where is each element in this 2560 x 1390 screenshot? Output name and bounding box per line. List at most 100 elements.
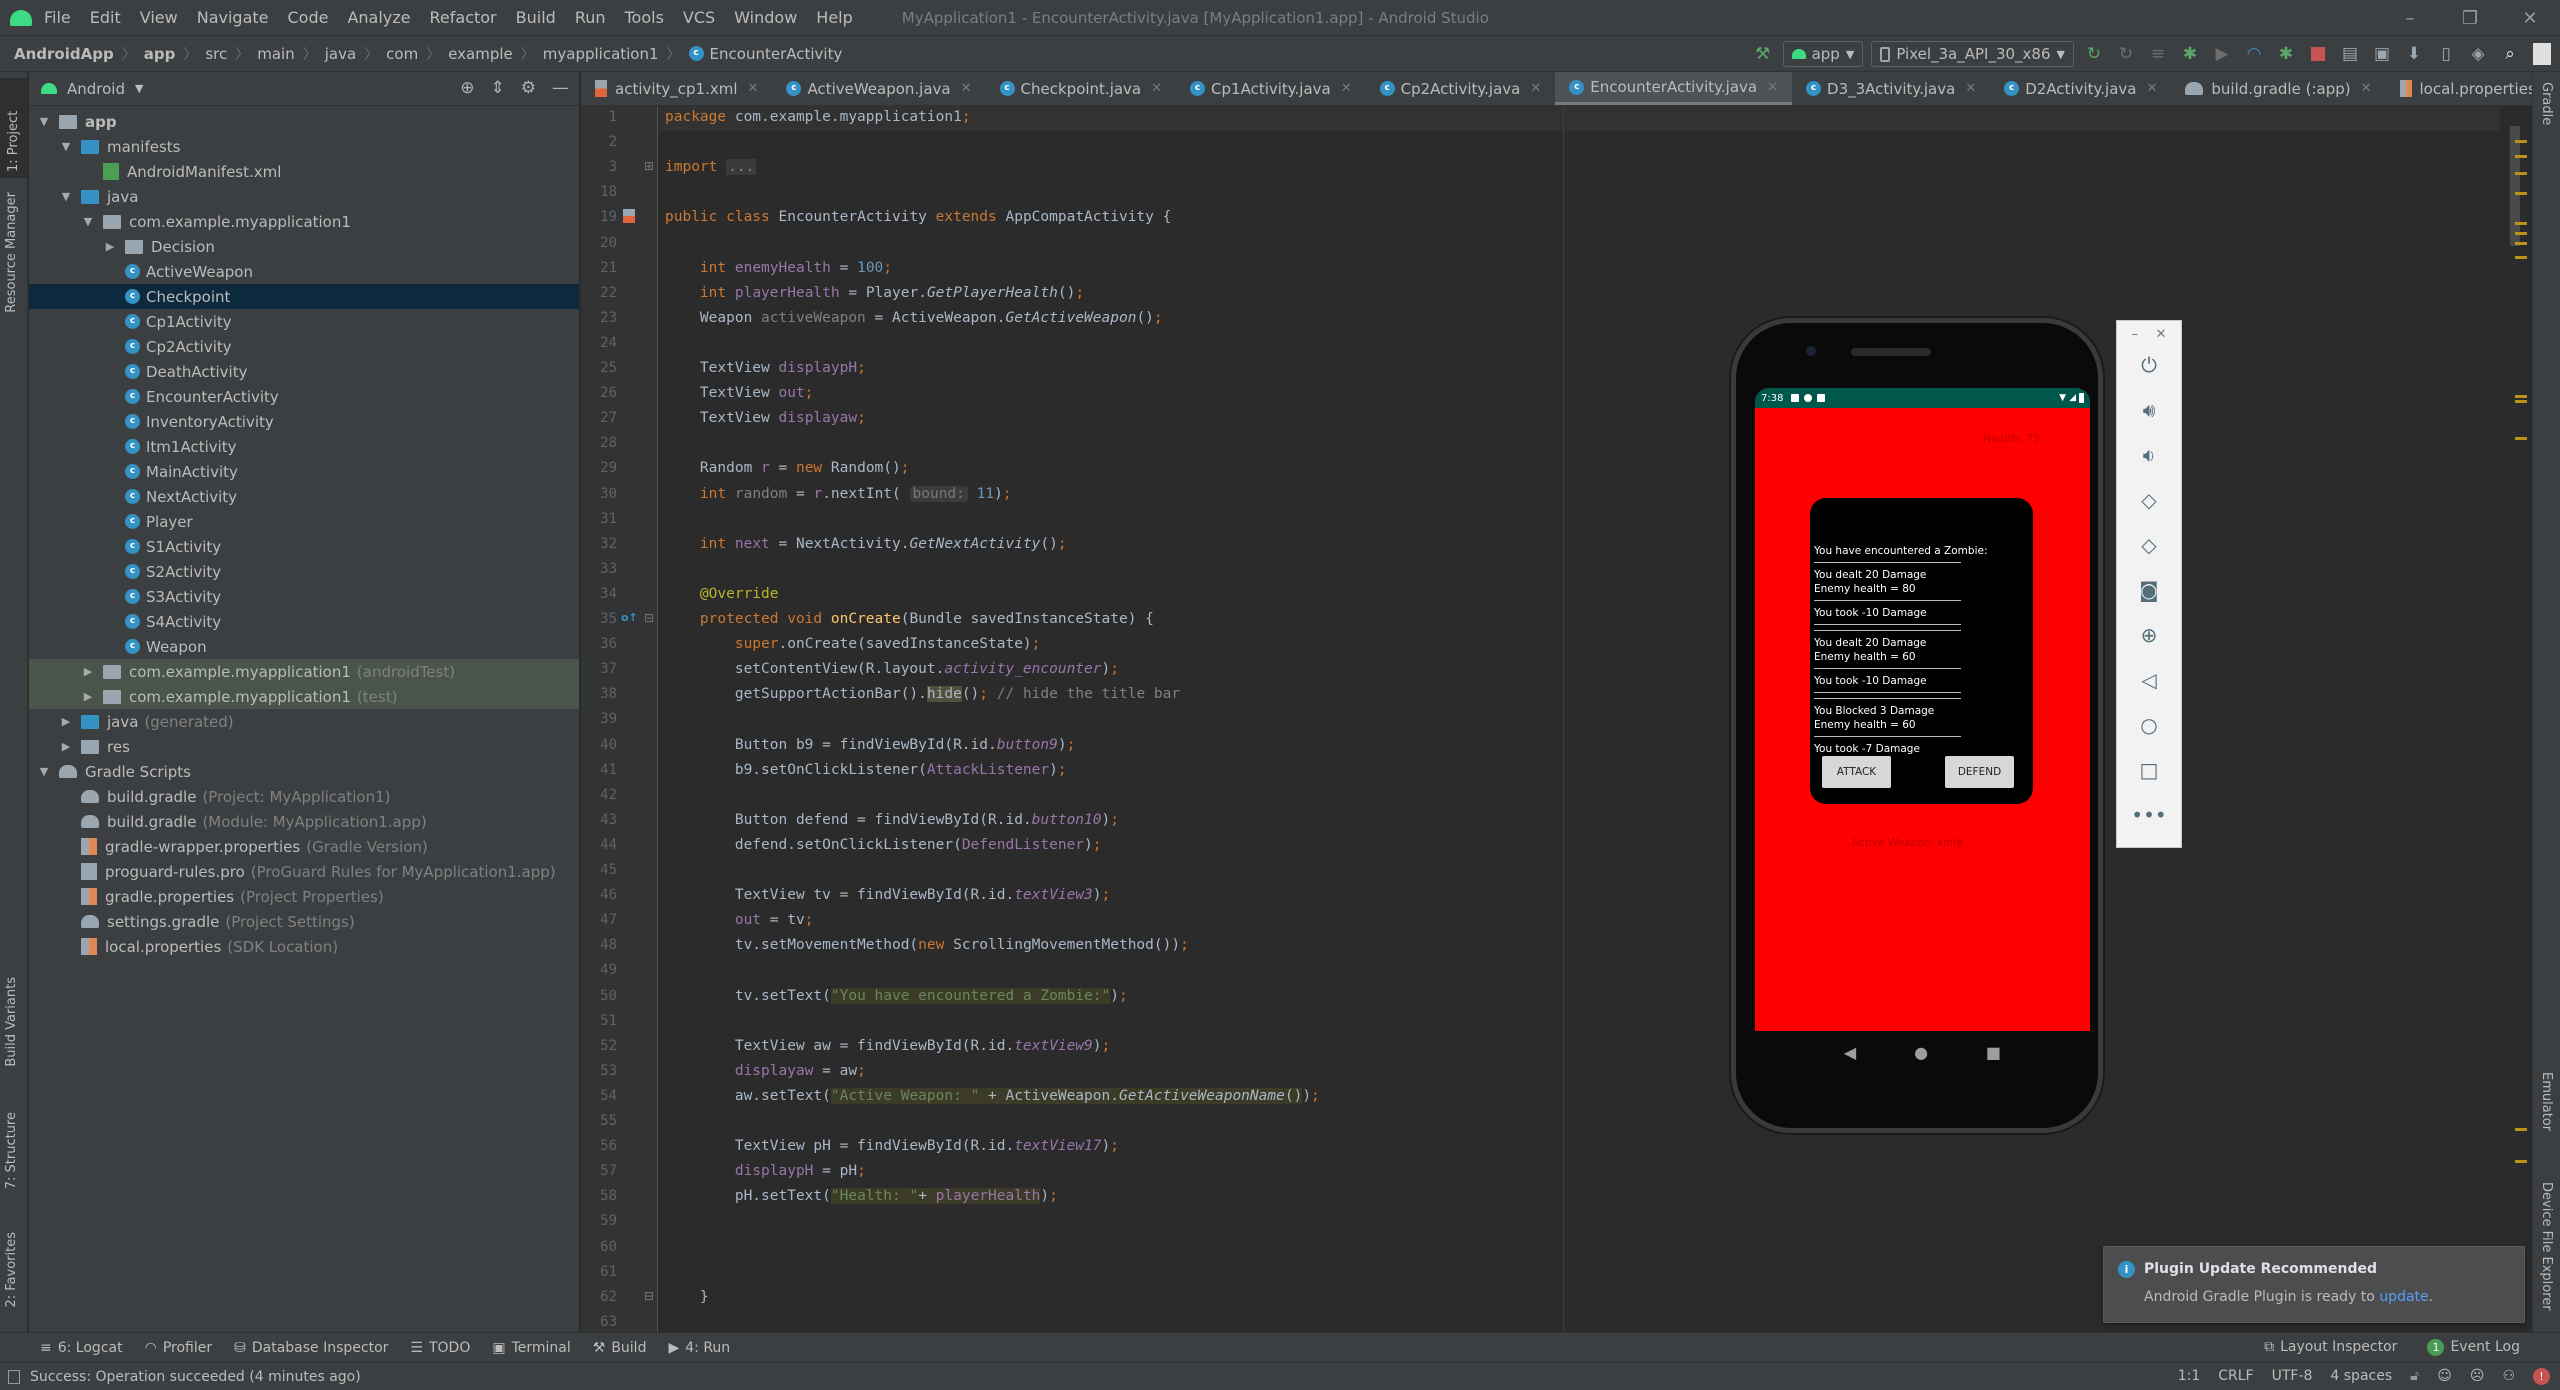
inspector-icon[interactable]: ⚇ [2502,1368,2515,1384]
make-project-icon[interactable]: ⚒ [1751,42,1775,66]
collapse-all-icon[interactable]: ⇕ [491,78,505,98]
tree-item[interactable]: local.properties (SDK Location) [29,934,579,959]
tab-checkpoint-java[interactable]: c Checkpoint.java ✕ [986,72,1177,105]
camera-icon[interactable]: ◙ [2117,567,2181,612]
close-tab-icon[interactable]: ✕ [748,81,759,96]
bottom-tab-todo[interactable]: ☰ TODO [410,1340,470,1356]
defend-button[interactable]: DEFEND [1945,756,2014,788]
resource-icon[interactable]: ◈ [2466,42,2490,66]
tree-item[interactable]: proguard-rules.pro (ProGuard Rules for My… [29,859,579,884]
breadcrumb-item[interactable]: java [325,45,356,63]
sync-project-icon[interactable]: ▤ [2338,42,2362,66]
tree-item[interactable]: c Player [29,509,579,534]
stop-icon[interactable] [2306,42,2330,66]
collapsed-arrow-icon[interactable]: ▶ [81,665,95,678]
tree-item[interactable]: c S2Activity [29,559,579,584]
toggle-tool-windows-icon[interactable] [8,1369,20,1384]
tree-item[interactable]: ▼ java [29,184,579,209]
tab-activeweapon-java[interactable]: c ActiveWeapon.java ✕ [772,72,985,105]
close-button[interactable]: ✕ [2500,8,2560,29]
indent-setting[interactable]: 4 spaces [2330,1368,2392,1384]
smile-icon[interactable]: ☺ [2437,1368,2452,1384]
search-icon[interactable]: ⌕ [2498,42,2522,66]
warning-stripe-mark[interactable] [2515,222,2527,225]
tree-item[interactable]: build.gradle (Module: MyApplication1.app) [29,809,579,834]
tree-item[interactable]: c MainActivity [29,459,579,484]
breadcrumb-item[interactable]: main [257,45,294,63]
file-encoding[interactable]: UTF-8 [2272,1368,2313,1384]
menu-run[interactable]: Run [575,8,606,27]
tab-activity-cp1-xml[interactable]: activity_cp1.xml ✕ [581,72,772,105]
menu-vcs[interactable]: VCS [683,8,715,27]
breadcrumb-item[interactable]: myapplication1 [543,45,659,63]
user-avatar[interactable] [2530,42,2554,66]
frown-icon[interactable]: ☹ [2470,1368,2485,1384]
tree-item[interactable]: c EncounterActivity [29,384,579,409]
expanded-arrow-icon[interactable]: ▼ [37,765,51,778]
emulator-close-icon[interactable]: ✕ [2155,327,2166,342]
device-select[interactable]: Pixel_3a_API_30_x86 ▼ [1871,41,2074,67]
tree-item[interactable]: gradle-wrapper.properties (Gradle Version… [29,834,579,859]
fold-end-icon[interactable]: ⊟ [644,1289,654,1303]
close-tab-icon[interactable]: ✕ [2361,81,2372,96]
caret-position[interactable]: 1:1 [2178,1368,2201,1384]
nav-back-icon[interactable]: ◀ [1844,1043,1856,1062]
rerun-icon[interactable]: ≡ [2146,42,2170,66]
close-tab-icon[interactable]: ✕ [1767,80,1778,95]
tab-emulator[interactable]: Emulator [2539,1072,2554,1131]
tree-item[interactable]: c Cp2Activity [29,334,579,359]
close-tab-icon[interactable]: ✕ [961,81,972,96]
layout-inspector-tab[interactable]: ⧉ Layout Inspector [2264,1339,2397,1355]
emulator-minimize-icon[interactable]: – [2132,327,2139,342]
warning-stripe-mark[interactable] [2515,437,2527,440]
tab-resource-manager[interactable]: Resource Manager [4,192,19,313]
tree-item[interactable]: c DeathActivity [29,359,579,384]
power-icon[interactable]: ⏻ [2117,342,2181,387]
override-marker-icon[interactable]: o↑ [621,611,638,624]
phone-screen[interactable]: 7:38 ▼ ◢ Health: 73 You have encountered… [1755,388,2090,1031]
menu-code[interactable]: Code [288,8,329,27]
apply-changes-icon[interactable]: ↻ [2082,42,2106,66]
warning-stripe-mark[interactable] [2515,140,2527,143]
editor-scrollbar[interactable] [2510,126,2520,246]
close-tab-icon[interactable]: ✕ [1965,81,1976,96]
warning-stripe-mark[interactable] [2515,1128,2527,1131]
tab-project[interactable]: 1: Project [0,78,28,178]
breadcrumb-item[interactable]: AndroidApp [14,45,114,63]
tree-item[interactable]: c Cp1Activity [29,309,579,334]
collapsed-arrow-icon[interactable]: ▶ [81,690,95,703]
tab-build-gradle-app-[interactable]: build.gradle (:app) ✕ [2171,72,2385,105]
collapsed-arrow-icon[interactable]: ▶ [59,740,73,753]
tree-item[interactable]: ▶ Decision [29,234,579,259]
fold-expand-icon[interactable]: ⊞ [644,159,654,173]
tab-device-file-explorer[interactable]: Device File Explorer [2539,1182,2554,1311]
tab-cp1activity-java[interactable]: c Cp1Activity.java ✕ [1176,72,1366,105]
tree-item[interactable]: c S4Activity [29,609,579,634]
menu-build[interactable]: Build [516,8,556,27]
warning-stripe-mark[interactable] [2515,172,2527,175]
hide-icon[interactable]: — [552,78,569,98]
tree-item[interactable]: ▼ Gradle Scripts [29,759,579,784]
breadcrumb-item[interactable]: src [205,45,227,63]
close-tab-icon[interactable]: ✕ [1341,81,1352,96]
close-tab-icon[interactable]: ✕ [1530,81,1541,96]
volume-up-icon[interactable]: 🔊︎ [2117,387,2181,432]
fold-collapse-icon[interactable]: ⊟ [644,611,654,625]
warning-stripe-mark[interactable] [2515,1160,2527,1163]
expanded-arrow-icon[interactable]: ▼ [81,215,95,228]
tree-item[interactable]: c NextActivity [29,484,579,509]
tab-build-variants[interactable]: Build Variants [4,977,19,1067]
tree-item[interactable]: build.gradle (Project: MyApplication1) [29,784,579,809]
warning-stripe-mark[interactable] [2515,400,2527,403]
tree-item[interactable]: c ActiveWeapon [29,259,579,284]
debug-icon[interactable]: ✱ [2178,42,2202,66]
warning-stripe-mark[interactable] [2515,232,2527,235]
line-separator[interactable]: CRLF [2218,1368,2253,1384]
close-tab-icon[interactable]: ✕ [2146,81,2157,96]
tree-item[interactable]: c S3Activity [29,584,579,609]
tree-item[interactable]: c Itm1Activity [29,434,579,459]
expanded-arrow-icon[interactable]: ▼ [59,190,73,203]
rotate-right-icon[interactable]: ◇ [2117,522,2181,567]
bottom-tab-database-inspector[interactable]: ⛁ Database Inspector [234,1340,388,1356]
status-message[interactable]: Success: Operation succeeded (4 minutes … [30,1369,361,1385]
